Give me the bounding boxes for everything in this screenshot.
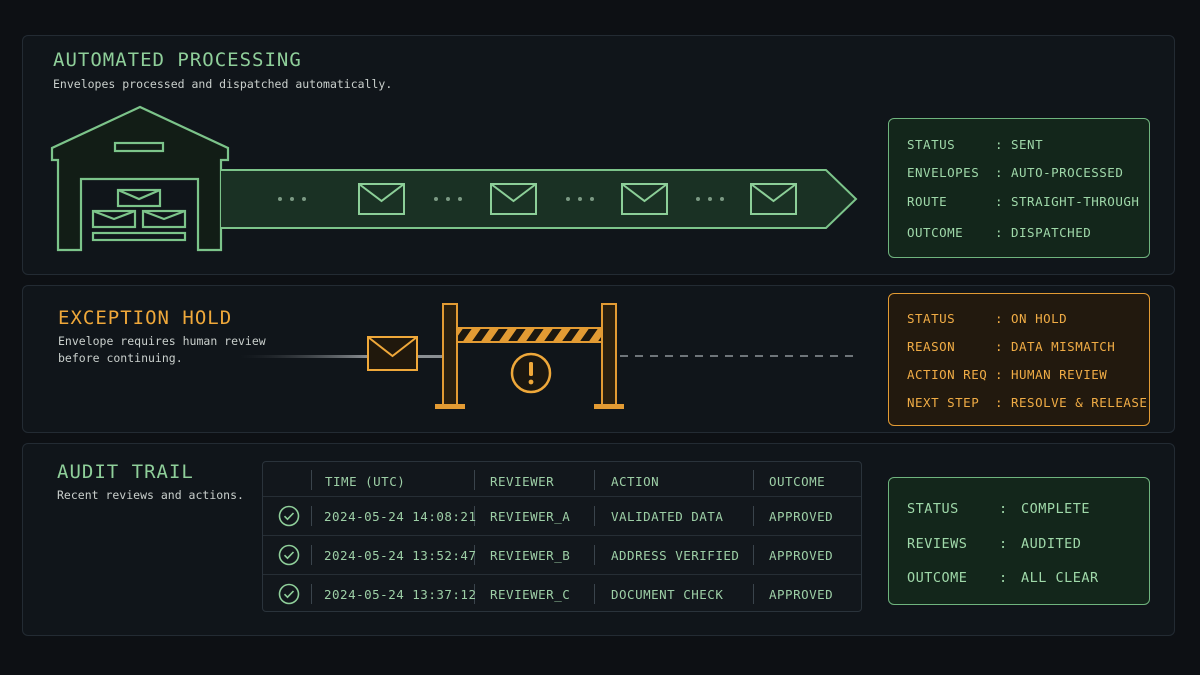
outcome-value: ALL CLEAR bbox=[1021, 570, 1099, 586]
column-header-action: ACTION bbox=[611, 474, 660, 489]
column-header-outcome: OUTCOME bbox=[769, 474, 826, 489]
status-value: ON HOLD bbox=[1011, 311, 1068, 326]
action-req-key: ACTION REQ bbox=[907, 367, 988, 382]
status-row: STATUS: COMPLETE bbox=[907, 501, 1091, 517]
cell-action: DOCUMENT CHECK bbox=[611, 587, 724, 602]
action-req-value: HUMAN REVIEW bbox=[1011, 367, 1108, 382]
cell-outcome: APPROVED bbox=[769, 509, 834, 524]
cell-reviewer: REVIEWER_A bbox=[490, 509, 571, 524]
cell-time: 2024-05-24 13:37:12 bbox=[324, 587, 477, 602]
status-value: COMPLETE bbox=[1021, 501, 1091, 517]
check-circle-icon bbox=[278, 505, 300, 527]
cell-reviewer: REVIEWER_C bbox=[490, 587, 571, 602]
cell-time: 2024-05-24 14:08:21 bbox=[324, 509, 477, 524]
cell-time: 2024-05-24 13:52:47 bbox=[324, 548, 477, 563]
outcome-key: OUTCOME bbox=[907, 570, 968, 586]
check-circle-icon bbox=[278, 583, 300, 605]
next-step-key: NEXT STEP bbox=[907, 395, 980, 410]
status-key: STATUS bbox=[907, 501, 959, 517]
audit-title: AUDIT TRAIL bbox=[57, 461, 194, 483]
action-req-row: ACTION REQ: HUMAN REVIEW bbox=[907, 367, 1108, 382]
status-row: STATUS: ON HOLD bbox=[907, 311, 1068, 326]
column-header-time: TIME (UTC) bbox=[325, 474, 406, 489]
audit-table: TIME (UTC) REVIEWER ACTION OUTCOME 2024-… bbox=[262, 461, 862, 612]
cell-action: ADDRESS VERIFIED bbox=[611, 548, 740, 563]
warning-icon bbox=[510, 352, 552, 394]
incoming-path-line bbox=[240, 355, 368, 358]
check-circle-icon bbox=[278, 544, 300, 566]
next-step-row: NEXT STEP: RESOLVE & RELEASE bbox=[907, 395, 1148, 410]
reviews-row: REVIEWS: AUDITED bbox=[907, 536, 1082, 552]
column-header-reviewer: REVIEWER bbox=[490, 474, 555, 489]
cell-reviewer: REVIEWER_B bbox=[490, 548, 571, 563]
cell-outcome: APPROVED bbox=[769, 548, 834, 563]
reviews-key: REVIEWS bbox=[907, 536, 968, 552]
next-step-value: RESOLVE & RELEASE bbox=[1011, 395, 1148, 410]
audit-status-card: STATUS: COMPLETE REVIEWS: AUDITED OUTCOME:… bbox=[888, 477, 1150, 605]
cell-action: VALIDATED DATA bbox=[611, 509, 724, 524]
status-key: STATUS bbox=[907, 311, 956, 326]
outcome-row: OUTCOME: ALL CLEAR bbox=[907, 570, 1099, 586]
reason-row: REASON: DATA MISMATCH bbox=[907, 339, 1116, 354]
envelope-icon bbox=[367, 336, 418, 371]
exception-status-card: STATUS: ON HOLD REASON: DATA MISMATCH ACTI… bbox=[888, 293, 1150, 426]
reason-value: DATA MISMATCH bbox=[1011, 339, 1116, 354]
cell-outcome: APPROVED bbox=[769, 587, 834, 602]
reviews-value: AUDITED bbox=[1021, 536, 1082, 552]
reason-key: REASON bbox=[907, 339, 956, 354]
audit-subtitle: Recent reviews and actions. bbox=[57, 488, 244, 502]
